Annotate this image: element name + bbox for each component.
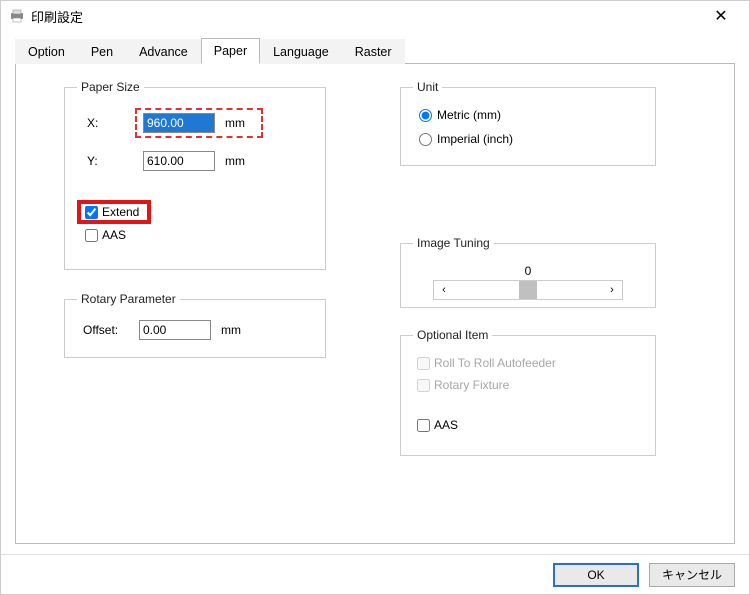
tab-paper[interactable]: Paper bbox=[201, 38, 260, 64]
unit-y: mm bbox=[225, 154, 245, 168]
checkbox-aas-optional[interactable]: AAS bbox=[417, 418, 643, 432]
titlebar: 印刷設定 ✕ bbox=[1, 1, 749, 31]
slider-thumb[interactable] bbox=[519, 281, 537, 299]
checkbox-aas-paper[interactable]: AAS bbox=[85, 228, 126, 242]
input-paper-x[interactable] bbox=[143, 113, 215, 133]
highlight-extend: Extend bbox=[77, 200, 151, 224]
highlight-x: mm bbox=[135, 108, 263, 138]
chevron-right-icon: › bbox=[610, 284, 614, 296]
label-x: X: bbox=[87, 116, 135, 130]
tab-advance[interactable]: Advance bbox=[126, 39, 201, 64]
label-offset: Offset: bbox=[83, 323, 139, 337]
unit-x: mm bbox=[225, 116, 245, 130]
legend-image-tuning: Image Tuning bbox=[413, 236, 494, 250]
checkbox-extend[interactable]: Extend bbox=[85, 205, 139, 219]
close-button[interactable]: ✕ bbox=[701, 2, 741, 30]
image-tuning-value: 0 bbox=[525, 264, 532, 278]
image-tuning-increase[interactable]: › bbox=[602, 281, 622, 299]
legend-rotary: Rotary Parameter bbox=[77, 292, 180, 306]
group-image-tuning: Image Tuning 0 ‹ › bbox=[400, 236, 656, 308]
client-area: Option Pen Advance Paper Language Raster… bbox=[1, 31, 749, 554]
label-y: Y: bbox=[87, 154, 135, 168]
checkbox-roll-autofeeder[interactable]: Roll To Roll Autofeeder bbox=[417, 356, 643, 370]
window-title: 印刷設定 bbox=[31, 7, 701, 26]
tab-option[interactable]: Option bbox=[15, 39, 78, 64]
image-tuning-slider[interactable] bbox=[454, 281, 602, 299]
tab-pen[interactable]: Pen bbox=[78, 39, 126, 64]
chevron-left-icon: ‹ bbox=[442, 284, 446, 296]
input-paper-y[interactable] bbox=[143, 151, 215, 171]
input-offset[interactable] bbox=[139, 320, 211, 340]
checkbox-rotary-fixture[interactable]: Rotary Fixture bbox=[417, 378, 643, 392]
radio-metric[interactable]: Metric (mm) bbox=[419, 108, 643, 122]
cancel-button[interactable]: キャンセル bbox=[649, 563, 735, 587]
group-optional-item: Optional Item Roll To Roll Autofeeder Ro… bbox=[400, 328, 656, 456]
printer-icon bbox=[9, 8, 25, 24]
image-tuning-decrease[interactable]: ‹ bbox=[434, 281, 454, 299]
group-unit: Unit Metric (mm) Imperial (inch) bbox=[400, 80, 656, 166]
legend-optional: Optional Item bbox=[413, 328, 492, 342]
unit-offset: mm bbox=[221, 323, 241, 337]
tab-strip: Option Pen Advance Paper Language Raster bbox=[15, 37, 735, 64]
legend-unit: Unit bbox=[413, 80, 442, 94]
group-rotary-parameter: Rotary Parameter Offset: mm bbox=[64, 292, 326, 358]
print-settings-window: 印刷設定 ✕ Option Pen Advance Paper Language… bbox=[0, 0, 750, 595]
group-paper-size: Paper Size X: mm Y: mm bbox=[64, 80, 326, 270]
ok-button[interactable]: OK bbox=[553, 563, 639, 587]
radio-imperial[interactable]: Imperial (inch) bbox=[419, 132, 643, 146]
legend-paper-size: Paper Size bbox=[77, 80, 144, 94]
tab-raster[interactable]: Raster bbox=[342, 39, 405, 64]
tabpage-paper: Paper Size X: mm Y: mm bbox=[15, 64, 735, 544]
dialog-footer: OK キャンセル bbox=[1, 554, 749, 594]
tab-language[interactable]: Language bbox=[260, 39, 342, 64]
